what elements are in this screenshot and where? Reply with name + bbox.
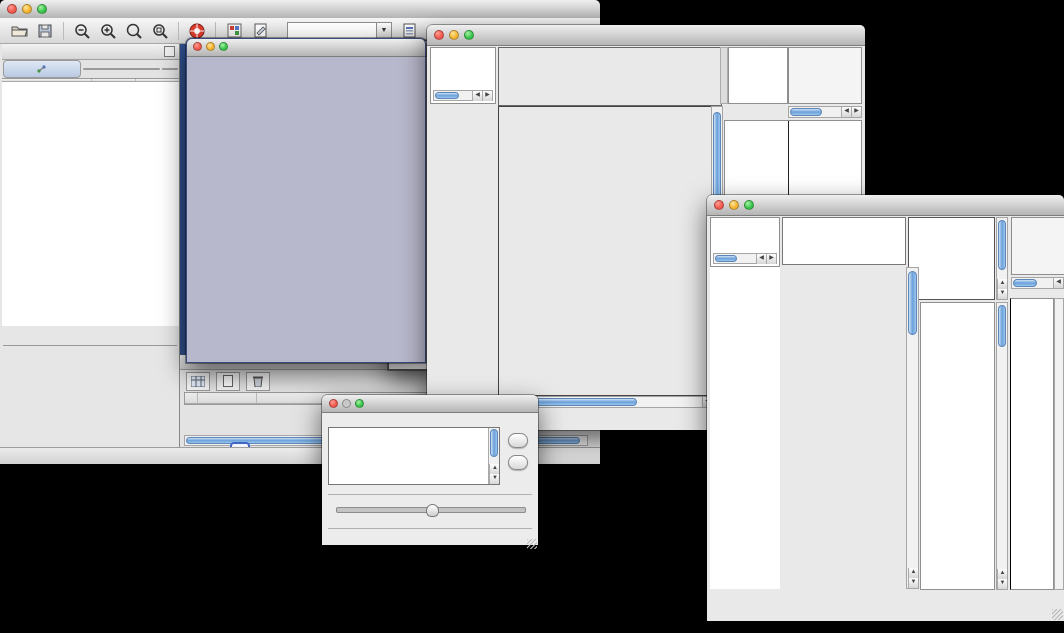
treeview2-usage-scrollbar[interactable]: ◀	[1011, 277, 1064, 289]
treeview2-labels-scrollbar[interactable]: ▲▼	[996, 217, 1008, 300]
treeview1-heatmap[interactable]	[498, 106, 712, 396]
network-window	[186, 38, 426, 363]
close-button[interactable]	[193, 42, 202, 51]
tab-vizmapper[interactable]	[83, 68, 161, 70]
zoom-button[interactable]	[219, 42, 228, 51]
close-button[interactable]	[714, 200, 724, 210]
similarity-matrix[interactable]	[731, 137, 777, 183]
network-overview-panel[interactable]	[3, 345, 177, 447]
minimize-button[interactable]	[729, 200, 739, 210]
move-down-button[interactable]	[508, 455, 528, 470]
treeview2-gene-list[interactable]	[1010, 298, 1054, 590]
treeview2-detail-panel	[920, 302, 995, 590]
zoom-selected-icon[interactable]	[151, 22, 169, 40]
zoom-out-icon[interactable]	[73, 22, 91, 40]
minimize-button[interactable]	[22, 4, 32, 14]
treeview1-row-dendrogram[interactable]	[430, 106, 496, 394]
attribute-select-icon[interactable]	[186, 372, 210, 391]
zoom-in-icon[interactable]	[99, 22, 117, 40]
speed-slider[interactable]	[336, 507, 526, 513]
zoom-button[interactable]	[744, 200, 754, 210]
map-colors-dialog: ▲ ▼	[322, 395, 538, 545]
control-panel-header	[2, 44, 179, 60]
resize-grip[interactable]	[1052, 609, 1063, 620]
treeview2-heatmap[interactable]	[780, 267, 905, 589]
col-network[interactable]	[2, 79, 92, 81]
zoom-button[interactable]	[37, 4, 47, 14]
treeview2-column-tree[interactable]	[782, 217, 906, 265]
control-panel	[2, 44, 180, 447]
toolbar-separator	[215, 22, 216, 40]
zoom-fit-icon[interactable]	[125, 22, 143, 40]
node-attribute-icon[interactable]	[225, 22, 243, 40]
treeview2-usage-hints	[1011, 217, 1064, 275]
treeview2-row-dendrogram[interactable]	[710, 267, 780, 589]
toolbar-separator	[178, 22, 179, 40]
treeview2-column-labels[interactable]	[908, 217, 995, 300]
minimize-button[interactable]	[449, 30, 459, 40]
treeview1-splitter[interactable]	[720, 47, 728, 104]
treeview1-column-labels[interactable]	[728, 47, 788, 104]
slider-thumb[interactable]	[426, 504, 439, 517]
search-combobox: ▼	[287, 22, 392, 40]
main-traffic-lights	[7, 4, 47, 14]
minimize-button	[342, 399, 351, 408]
treeview2-view-status: ◀▶	[710, 217, 780, 267]
treeview2-vscrollbar[interactable]: ▲▼	[906, 267, 919, 589]
network-table	[2, 82, 179, 326]
close-button[interactable]	[434, 30, 444, 40]
col-nodes[interactable]	[92, 79, 136, 81]
delete-attribute-icon[interactable]	[246, 372, 270, 391]
treeview2-title-bar[interactable]	[707, 195, 1064, 216]
close-button[interactable]	[7, 4, 17, 14]
view-status-scrollbar[interactable]: ◀▶	[433, 90, 493, 101]
search-dropdown-button[interactable]: ▼	[377, 22, 392, 40]
float-panel-icon[interactable]	[164, 46, 175, 57]
close-button[interactable]	[329, 399, 338, 408]
treeview2-detail-scrollbar[interactable]: ▲▼	[996, 302, 1008, 590]
usage-hints-line1	[789, 48, 861, 50]
main-title-bar[interactable]	[0, 0, 600, 19]
desktop: ▼	[0, 0, 1064, 633]
treeview1-column-dendrogram[interactable]	[498, 47, 722, 106]
treeview2-genes-scrollbar[interactable]	[1054, 298, 1064, 590]
network-view-canvas[interactable]	[188, 57, 424, 361]
open-folder-icon[interactable]	[10, 22, 28, 40]
network-window-lights	[193, 42, 228, 51]
usage-hints-line1	[1012, 218, 1064, 220]
minimize-button[interactable]	[206, 42, 215, 51]
save-icon[interactable]	[36, 22, 54, 40]
dialog-lights	[329, 399, 364, 408]
control-panel-tabs	[2, 60, 179, 79]
toolbar-separator	[63, 22, 64, 40]
treeview1-lights	[434, 30, 474, 40]
view-status-line1	[431, 48, 495, 50]
import-table-icon[interactable]	[400, 22, 418, 40]
treeview1-title-bar[interactable]	[427, 25, 865, 46]
new-attribute-icon[interactable]	[216, 372, 240, 391]
buttons-divider	[328, 528, 532, 529]
zoom-button[interactable]	[464, 30, 474, 40]
tab-network[interactable]	[3, 60, 81, 78]
view-status-line1	[711, 218, 779, 220]
attribute-listbox[interactable]: ▲ ▼	[328, 427, 500, 485]
view-status-scrollbar[interactable]: ◀▶	[713, 253, 777, 264]
treeview2-lights	[714, 200, 754, 210]
treeview1-view-status: ◀▶	[430, 47, 496, 104]
attr-col-id[interactable]	[198, 393, 257, 403]
tab-more-arrow[interactable]	[162, 68, 178, 70]
col-edges[interactable]	[136, 79, 178, 81]
resize-grip[interactable]	[527, 539, 537, 549]
speed-group-divider	[328, 494, 532, 495]
search-input[interactable]	[287, 22, 377, 40]
treeview2-window: ◀▶ ▲▼ ◀ ▲▼	[707, 195, 1064, 621]
move-up-button[interactable]	[508, 433, 528, 448]
annotation-icon[interactable]	[251, 22, 269, 40]
treeview1-usage-scrollbar[interactable]: ◀▶	[788, 106, 862, 118]
zoom-button[interactable]	[355, 399, 364, 408]
help-ring-icon[interactable]	[188, 22, 206, 40]
detail-heatmap[interactable]	[926, 306, 987, 586]
treeview1-usage-hints	[788, 47, 862, 104]
attribute-list-scrollbar[interactable]: ▲ ▼	[488, 428, 499, 484]
